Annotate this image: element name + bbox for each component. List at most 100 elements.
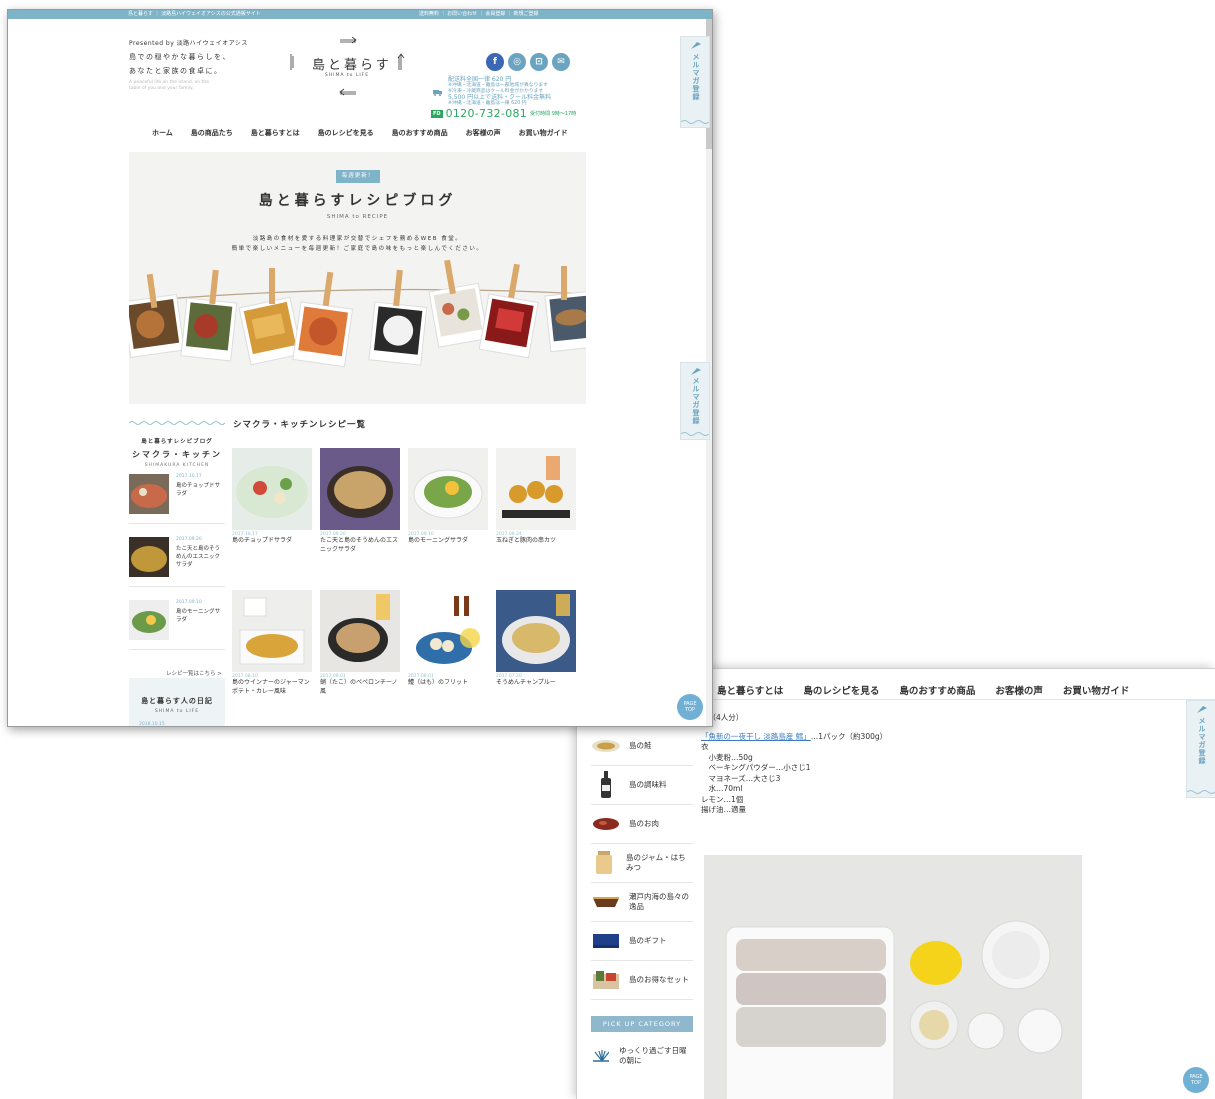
- fish-dish-icon: [591, 733, 621, 759]
- back-window: 島と暮らすとは 島のレシピを見る 島のおすすめ商品 お客様の声 お買い物ガイド …: [576, 668, 1215, 1099]
- recipe-date: 2017.09.20: [176, 537, 202, 542]
- recipe-thumbnail: [129, 537, 169, 577]
- mailmag-tab-back[interactable]: メルマガ登録: [1186, 700, 1215, 798]
- phone-number[interactable]: FD 0120-732-081 受付時間 9時〜17時: [431, 107, 576, 120]
- shipping-info: 配送料全国一律 620 円 ※沖縄・北海道・離島は一部地域が異なります ※冷凍・…: [448, 76, 551, 107]
- recipe-list-link[interactable]: レシピ一覧はこちら >: [166, 669, 222, 677]
- gift-box-icon: [591, 928, 621, 954]
- mailmag-tab[interactable]: メルマガ登録: [680, 362, 710, 440]
- recipe-thumbnail: [129, 600, 169, 640]
- recipe-date: 2017.09.10: [176, 600, 202, 605]
- category-item-jam[interactable]: 島のジャム・はちみつ: [591, 844, 693, 883]
- ingredient-line: 揚げ油…適量: [701, 805, 746, 814]
- mailmag-label: メルマガ登録: [1198, 717, 1206, 765]
- ingredient-amount: …1パック（約300g）: [810, 731, 888, 741]
- recipe-card[interactable]: 2017.09.10 島のモーニングサラダ: [408, 448, 488, 546]
- sidebar-title: シマクラ・キッチン: [132, 450, 222, 459]
- page-top-button[interactable]: PAGE TOP: [677, 694, 703, 720]
- recipe-photo: [496, 448, 576, 530]
- ingredient-line: 衣: [701, 742, 709, 751]
- recipe-photo: [232, 448, 312, 530]
- sidebar-recipe-item[interactable]: 2017.10.17 島のチョップドサラダ: [129, 468, 225, 524]
- product-link[interactable]: 「魚新の一夜干し 淡路島産 鱈」: [701, 732, 811, 741]
- recipe-title: 島のチョップドサラダ: [176, 483, 221, 497]
- recipe-title: 島のチョップドサラダ: [232, 537, 293, 544]
- recipe-date: 2017.10.17: [176, 474, 202, 479]
- recipe-ingredients: 料（4人分） 「魚新の一夜干し 淡路島産 鱈」…1パック（約300g） 衣 小麦…: [701, 713, 887, 816]
- recipe-card[interactable]: 2017.08.01 鱧（はも）のフリット: [408, 590, 488, 688]
- back-nav-item[interactable]: お買い物ガイド: [1063, 683, 1130, 697]
- mailmag-tab[interactable]: メルマガ登録: [680, 36, 710, 128]
- ingredient-line-main: 「魚新の一夜干し 淡路島産 鱈」…1パック（約300g）: [701, 732, 887, 743]
- cart-icon[interactable]: ⊡: [530, 53, 548, 71]
- nav-item-products[interactable]: 島の商品たち: [191, 128, 233, 138]
- category-item-gift[interactable]: 島のギフト: [591, 922, 693, 961]
- recipe-photo: [320, 448, 400, 530]
- back-nav-item[interactable]: 島のおすすめ商品: [899, 683, 975, 697]
- tagline-line2: あなたと家族の食卓に。: [129, 67, 223, 75]
- topbar-right-text[interactable]: 送料無料 ｜ お問い合わせ ｜ 会員登録 ｜ 新規ご登録: [419, 10, 539, 19]
- nav-item-recipes[interactable]: 島のレシピを見る: [318, 128, 374, 138]
- recipe-photo: [408, 590, 488, 672]
- phone-number-text: 0120-732-081: [445, 107, 528, 120]
- ingredient-line: 小麦粉…50g: [701, 752, 753, 762]
- nav-item-guide[interactable]: お買い物ガイド: [519, 128, 568, 138]
- nav-item-home[interactable]: ホーム: [152, 128, 173, 138]
- bottle-icon: [591, 771, 621, 798]
- page-top-button-back[interactable]: PAGE TOP: [1183, 1067, 1209, 1093]
- pickup-item[interactable]: ゆっくり過ごす日曜の朝に: [591, 1042, 693, 1070]
- ingredient-line: マヨネーズ…大さじ3: [701, 773, 781, 783]
- recipe-card[interactable]: 2017.09.20 たこ天と島のそうめんのエスニックサラダ: [320, 448, 400, 554]
- mailmag-label: メルマガ登録: [692, 377, 700, 425]
- recipe-title: 島のウインナーのジャーマンポテト・カレー風味: [232, 679, 310, 695]
- ingredient-line: 水…70ml: [701, 784, 743, 793]
- truck-icon: [433, 90, 442, 96]
- recipe-card[interactable]: 2017.07.20 そうめんチャンプルー: [496, 590, 576, 688]
- shipping-note: ※沖縄・北海道・離島は一律 620 円: [448, 101, 527, 106]
- mailmag-label: メルマガ登録: [692, 53, 700, 101]
- category-item-seasoning[interactable]: 島の調味料: [591, 766, 693, 805]
- recipe-thumbnail: [129, 474, 169, 514]
- nav-item-about[interactable]: 島と暮らすとは: [251, 128, 300, 138]
- back-nav-item[interactable]: 島と暮らすとは: [717, 683, 783, 697]
- sidebar-recipe-item[interactable]: 2017.09.10 島のモーニングサラダ: [129, 594, 225, 650]
- bowl-icon: [591, 889, 621, 915]
- recipe-card[interactable]: 2017.08.01 蛸（たこ）のペペロンチーノ風: [320, 590, 400, 696]
- nav-item-voices[interactable]: お客様の声: [466, 128, 501, 138]
- back-nav-item[interactable]: 島のレシピを見る: [803, 683, 879, 697]
- category-item-meat[interactable]: 島のお肉: [591, 805, 693, 844]
- sunrise-icon: [593, 1050, 610, 1062]
- back-nav-divider: [707, 699, 1215, 700]
- site-logo[interactable]: 島と暮らす SHIMA to LIFE: [284, 36, 410, 98]
- recipe-title: たこ天と島のそうめんのエスニックサラダ: [176, 546, 221, 568]
- category-item-set[interactable]: 島のお得なセット: [591, 961, 693, 1000]
- bird-icon: [691, 368, 701, 375]
- mail-icon[interactable]: ✉: [552, 53, 570, 71]
- pagetop-line2: TOP: [1190, 1080, 1201, 1086]
- meat-icon: [591, 811, 621, 837]
- freedial-icon: FD: [431, 109, 443, 118]
- pickup-category-label: PICK UP CATEGORY: [591, 1016, 693, 1032]
- recipe-title: 島のモーニングサラダ: [176, 609, 221, 623]
- facebook-icon[interactable]: f: [486, 53, 504, 71]
- diary-block[interactable]: 島と暮らす人の日記 SHIMA to LIFE 2018.10.15: [129, 678, 225, 726]
- category-sidebar: 島の鮭 島の調味料 島のお肉 島のジャム・はちみつ 瀬戸内海の島々の逸品 島のギ…: [591, 727, 693, 1070]
- ingredients-photo: [704, 855, 1082, 1099]
- instagram-icon[interactable]: ◎: [508, 53, 526, 71]
- category-item-salmon[interactable]: 島の鮭: [591, 727, 693, 766]
- recipe-card[interactable]: 2017.08.10 島のウインナーのジャーマンポテト・カレー風味: [232, 590, 312, 696]
- ingredient-line: ベーキングパウダー…小さじ1: [701, 763, 811, 772]
- recipe-card[interactable]: 2017.08.24 玉ねぎと豚肉の串カツ: [496, 448, 576, 546]
- category-label: 島のジャム・はちみつ: [625, 853, 686, 872]
- shipping-note: ※沖縄・北海道・離島は一部地域が異なります: [448, 83, 548, 88]
- recipe-card[interactable]: 2017.10.17 島のチョップドサラダ: [232, 448, 312, 546]
- back-nav-item[interactable]: お客様の声: [995, 683, 1043, 697]
- wave-decoration: [1187, 790, 1215, 794]
- sidebar-recipe-item[interactable]: 2017.09.20 たこ天と島のそうめんのエスニックサラダ: [129, 531, 225, 587]
- recipe-title: そうめんチャンプルー: [496, 679, 556, 686]
- recipe-blog-sidebar: 島と暮らすレシピブログ シマクラ・キッチン SHIMAKURA KITCHEN: [128, 418, 226, 468]
- category-label: 島の鮭: [629, 741, 652, 750]
- wave-decoration: [681, 432, 709, 436]
- category-item-setouchi[interactable]: 瀬戸内海の島々の逸品: [591, 883, 693, 922]
- nav-item-recommended[interactable]: 島のおすすめ商品: [392, 128, 448, 138]
